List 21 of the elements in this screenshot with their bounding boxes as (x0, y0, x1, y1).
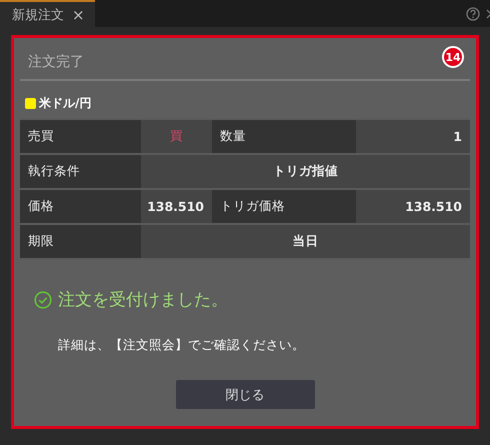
close-button[interactable]: 閉じる (176, 380, 314, 409)
table-cell: 1 (356, 120, 470, 153)
table-label: 数量 (212, 120, 356, 153)
close-icon[interactable]: × (72, 6, 85, 24)
number-badge: 14 (442, 46, 464, 68)
tab[interactable]: 新規注文 × (0, 0, 95, 27)
detail-message: 詳細は、【注文照会】でご確認ください。 (58, 337, 306, 354)
table-cell: トリガ指値 (141, 155, 470, 188)
table-label: 執行条件 (20, 155, 141, 188)
currency-pair: 米ドル/円 (39, 95, 92, 112)
table-cell: 当日 (141, 225, 470, 258)
table-label: 期限 (20, 225, 141, 258)
table-cell: 138.510 (141, 190, 212, 223)
success-message: 注文を受付けました。 (58, 289, 228, 311)
table-label: 売買 (20, 120, 141, 153)
table-cell: 138.510 (356, 190, 470, 223)
table-cell: 買 (141, 120, 212, 153)
table-label: 価格 (20, 190, 141, 223)
help-icon[interactable] (466, 6, 480, 20)
check-circle-icon (34, 290, 52, 308)
table-label: トリガ価格 (212, 190, 356, 223)
